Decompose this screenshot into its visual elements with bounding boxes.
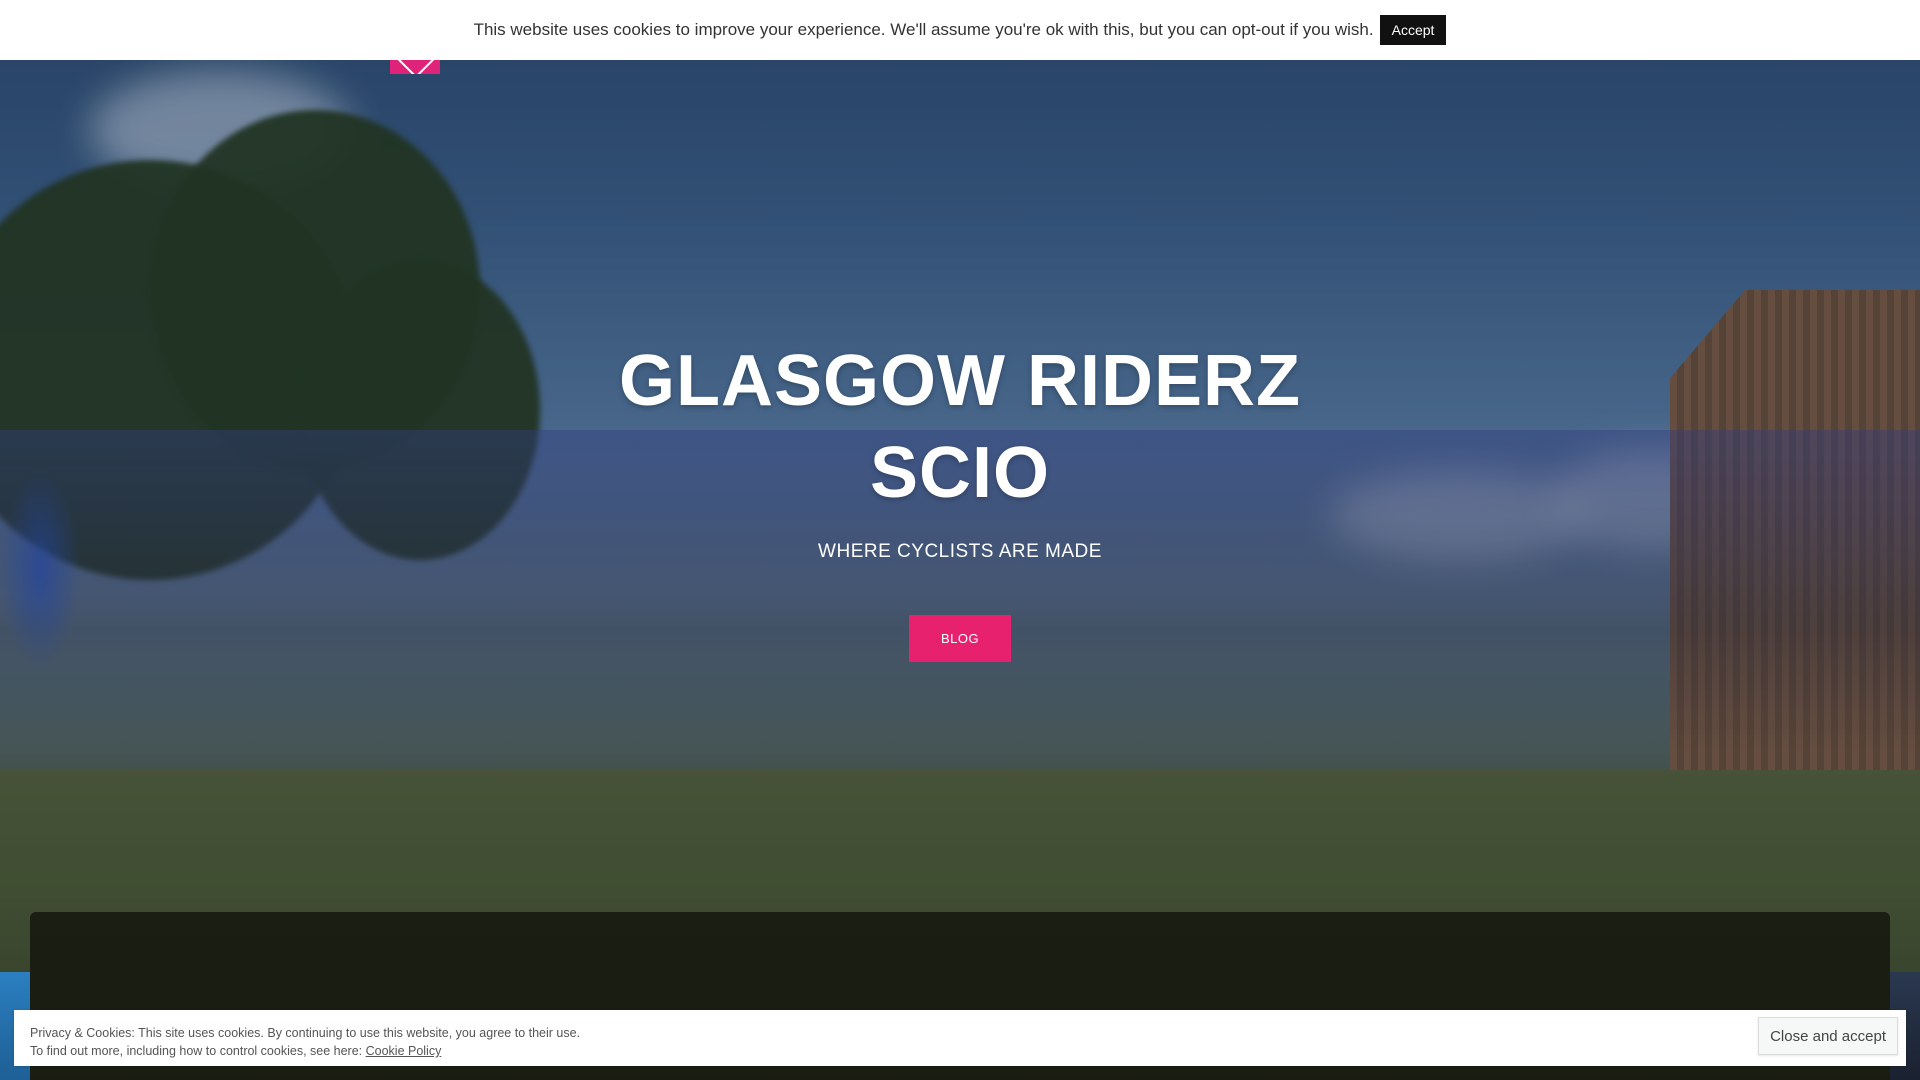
site-title-line1: GLASGOW RIDERZ <box>619 341 1301 421</box>
privacy-text: Privacy & Cookies: This site uses cookie… <box>30 1024 580 1060</box>
site-tagline: WHERE CYCLISTS ARE MADE <box>818 541 1102 562</box>
privacy-line1: Privacy & Cookies: This site uses cookie… <box>30 1026 581 1040</box>
close-and-accept-button[interactable]: Close and accept <box>1758 1017 1898 1055</box>
mail-icon[interactable] <box>390 60 440 74</box>
cookie-notice-bar: This website uses cookies to improve you… <box>0 0 1920 60</box>
privacy-line2-prefix: To find out more, including how to contr… <box>30 1044 366 1058</box>
cookie-notice-text: This website uses cookies to improve you… <box>473 20 1374 39</box>
site-title: GLASGOW RIDERZ SCIO <box>560 335 1360 519</box>
hero-content: GLASGOW RIDERZ SCIO WHERE CYCLISTS ARE M… <box>560 335 1360 662</box>
accept-cookies-button[interactable]: Accept <box>1379 15 1447 45</box>
site-title-line2: SCIO <box>869 433 1051 513</box>
cookie-policy-link[interactable]: Cookie Policy <box>366 1044 442 1058</box>
privacy-banner: Privacy & Cookies: This site uses cookie… <box>14 1010 1906 1066</box>
blog-button[interactable]: BLOG <box>909 615 1011 662</box>
